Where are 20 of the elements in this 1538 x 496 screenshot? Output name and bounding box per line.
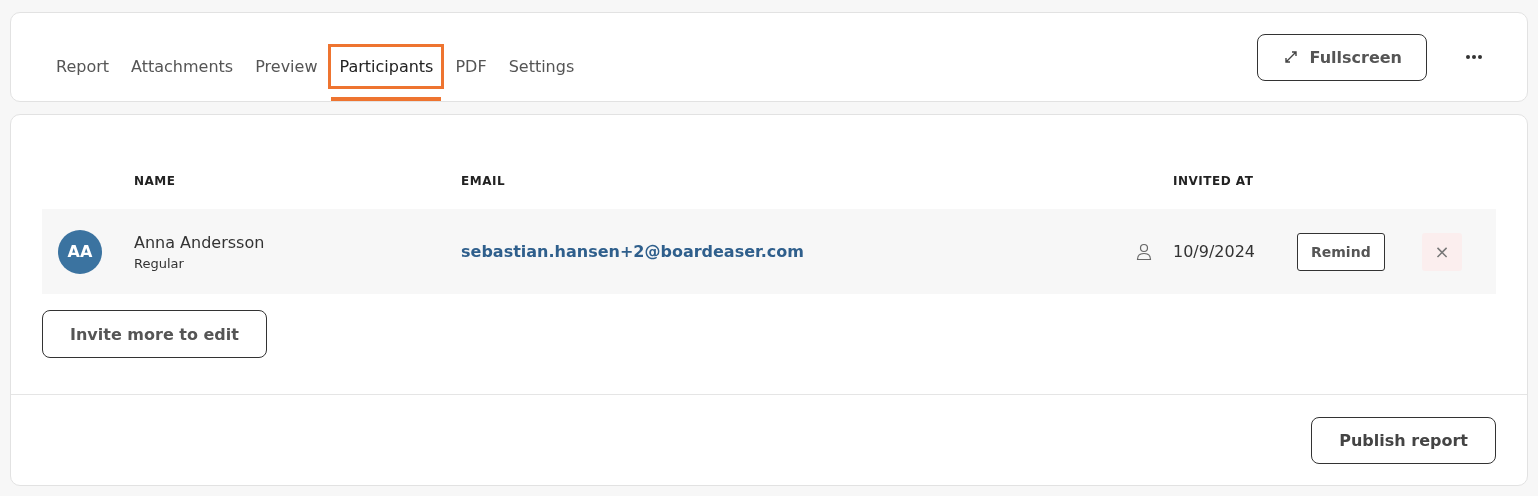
column-header: EMAIL: [461, 174, 507, 188]
participant-name: Anna Andersson: [134, 232, 266, 252]
column-header: INVITED AT: [1173, 174, 1255, 188]
tab[interactable]: Report: [45, 44, 121, 101]
email-link[interactable]: sebastian.hansen+2@boardeaser.com: [461, 242, 1113, 261]
tab[interactable]: Settings: [497, 44, 586, 101]
invited-date: 10/9/2024: [1173, 242, 1257, 261]
fullscreen-button[interactable]: Fullscreen: [1256, 33, 1427, 81]
more-icon: [1465, 54, 1483, 60]
invite-button[interactable]: Invite more to edit: [42, 310, 267, 358]
avatar: AA: [58, 229, 102, 274]
participant-role: Regular: [134, 255, 185, 271]
publish-button[interactable]: Publish report: [1311, 416, 1496, 464]
tab[interactable]: Attachments: [120, 44, 245, 101]
tab[interactable]: Preview: [244, 44, 329, 101]
person-icon: [1135, 242, 1153, 261]
column-header: NAME: [134, 174, 177, 188]
remind-button[interactable]: Remind: [1297, 232, 1385, 271]
remove-button[interactable]: ×: [1422, 232, 1462, 271]
tab[interactable]: PDF: [444, 44, 498, 101]
